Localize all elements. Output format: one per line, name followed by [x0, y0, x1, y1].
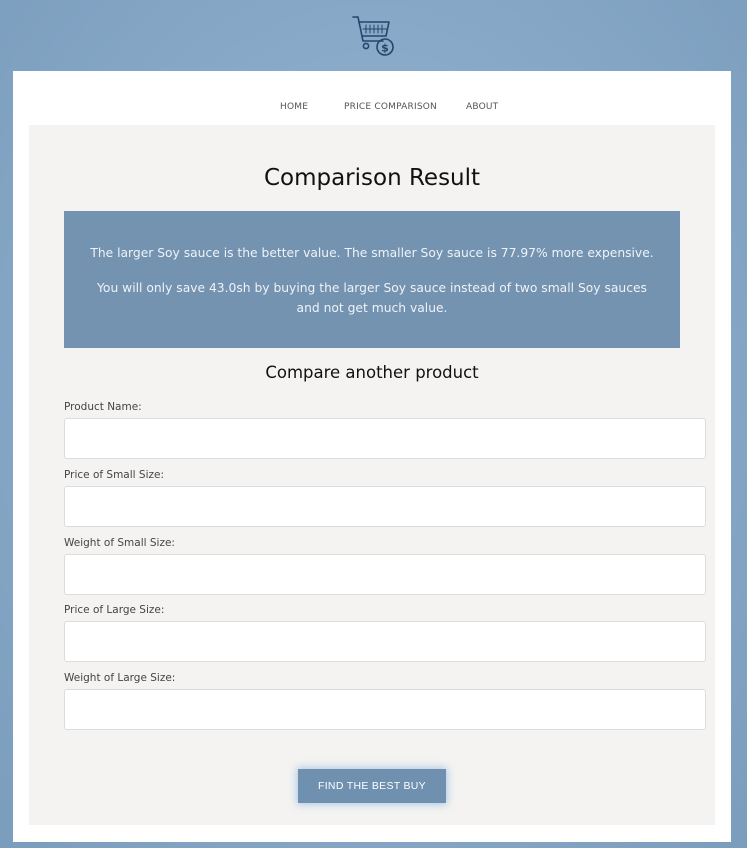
small-weight-input[interactable] [64, 554, 706, 595]
shopping-cart-dollar-icon: $ [352, 16, 394, 56]
large-price-label: Price of Large Size: [64, 604, 165, 616]
product-name-input[interactable] [64, 418, 706, 459]
result-savings-text: You will only save 43.0sh by buying the … [97, 281, 647, 315]
large-weight-label: Weight of Large Size: [64, 672, 176, 684]
main-content: Comparison Result The larger Soy sauce i… [29, 125, 715, 825]
small-price-input[interactable] [64, 486, 706, 527]
result-message-box: The larger Soy sauce is the better value… [64, 211, 680, 348]
result-summary-text: The larger Soy sauce is the better value… [90, 246, 654, 260]
svg-text:$: $ [381, 42, 389, 55]
compare-form-heading: Compare another product [265, 363, 479, 382]
large-price-input[interactable] [64, 621, 706, 662]
page-title: Comparison Result [263, 165, 481, 191]
page-card: HOME PRICE COMPARISON ABOUT Comparison R… [13, 71, 731, 842]
find-best-buy-button[interactable]: FIND THE BEST BUY [298, 769, 446, 803]
small-price-label: Price of Small Size: [64, 469, 165, 481]
nav-home-link[interactable]: HOME [280, 102, 308, 112]
large-weight-input[interactable] [64, 689, 706, 730]
small-weight-label: Weight of Small Size: [64, 537, 175, 549]
product-name-label: Product Name: [64, 401, 142, 413]
nav-about-link[interactable]: ABOUT [466, 102, 498, 112]
main-nav: HOME PRICE COMPARISON ABOUT [13, 71, 731, 125]
nav-price-comparison-link[interactable]: PRICE COMPARISON [344, 102, 437, 112]
